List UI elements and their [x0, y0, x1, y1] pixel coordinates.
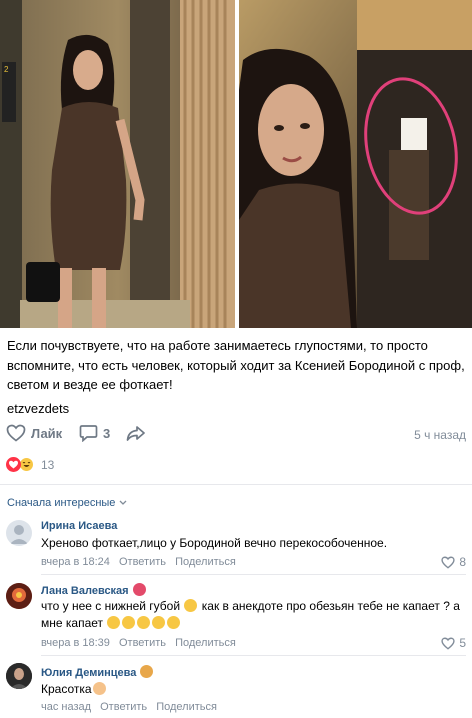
comment-text: Красотка: [41, 681, 461, 698]
post-text: Если почувствуете, что на работе занимае…: [7, 338, 465, 392]
comment-text: что у нее с нижней губой как в анекдоте …: [41, 599, 460, 630]
post-photos: 2: [0, 0, 472, 328]
comments-sort-dropdown[interactable]: Сначала интересные: [7, 497, 127, 509]
heart-icon: [441, 637, 455, 650]
avatar[interactable]: [6, 663, 32, 689]
heart-reaction-icon: [6, 457, 21, 472]
comment-author[interactable]: Лана Валевская: [41, 583, 147, 597]
comment-author[interactable]: Юлия Деминцева: [41, 665, 154, 679]
post-time: 5 ч назад: [414, 428, 466, 442]
chevron-down-icon: [119, 500, 127, 505]
comment-likes: 8: [459, 555, 466, 569]
divider: [41, 574, 466, 575]
share-comment-button[interactable]: Поделиться: [156, 701, 217, 713]
reactions-summary[interactable]: 13: [6, 457, 54, 472]
heart-icon: [6, 424, 26, 442]
like-label: Лайк: [31, 425, 63, 441]
like-button[interactable]: Лайк: [6, 424, 62, 442]
reply-button[interactable]: Ответить: [119, 556, 166, 568]
badge-emoji-icon: [140, 665, 154, 678]
share-comment-button[interactable]: Поделиться: [175, 637, 236, 649]
heart-icon: [441, 556, 455, 569]
comment-icon: [79, 425, 98, 442]
comment-like-button[interactable]: 5: [441, 636, 466, 650]
reply-button[interactable]: Ответить: [119, 637, 166, 649]
comments-count: 3: [103, 425, 111, 441]
laughing-emoji-icon: [122, 616, 136, 629]
comment-like-button[interactable]: 8: [441, 555, 466, 569]
svg-text:2: 2: [4, 65, 9, 74]
post-actions: Лайк 3 5 ч назад: [6, 424, 466, 448]
avatar[interactable]: [6, 583, 32, 609]
comment-text: Хреново фоткает,лицо у Бородиной вечно п…: [41, 536, 388, 550]
comment-meta: вчера в 18:39 Ответить Поделиться: [41, 637, 242, 649]
badge-emoji-icon: [132, 583, 146, 596]
comment-time[interactable]: вчера в 18:24: [41, 556, 110, 568]
reply-button[interactable]: Ответить: [100, 701, 147, 713]
comment-meta: вчера в 18:24 Ответить Поделиться: [41, 556, 242, 568]
comment-likes: 5: [459, 636, 466, 650]
comment-author[interactable]: Ирина Исаева: [41, 520, 117, 532]
comment-meta: час назад Ответить Поделиться: [41, 701, 223, 713]
share-comment-button[interactable]: Поделиться: [175, 556, 236, 568]
post-photo-1[interactable]: 2: [0, 0, 235, 328]
avatar[interactable]: [6, 520, 32, 546]
share-button[interactable]: [126, 424, 146, 442]
divider: [0, 484, 472, 485]
comment-time[interactable]: вчера в 18:39: [41, 637, 110, 649]
comments-button[interactable]: 3: [79, 424, 110, 442]
post-photo-2[interactable]: [239, 0, 472, 328]
comments-sort-label: Сначала интересные: [7, 497, 116, 509]
share-icon: [126, 426, 145, 441]
laughing-emoji-icon: [184, 599, 198, 612]
thumbs-up-emoji-icon: [92, 682, 106, 695]
laughing-emoji-icon: [152, 616, 166, 629]
laughing-emoji-icon: [137, 616, 151, 629]
laughing-emoji-icon: [107, 616, 121, 629]
post-hashtag[interactable]: etzvezdets: [7, 401, 69, 416]
divider: [41, 655, 466, 656]
laughing-emoji-icon: [167, 616, 181, 629]
laugh-reaction-icon: [19, 457, 34, 472]
comment-time[interactable]: час назад: [41, 701, 91, 713]
reactions-count: 13: [41, 457, 55, 472]
